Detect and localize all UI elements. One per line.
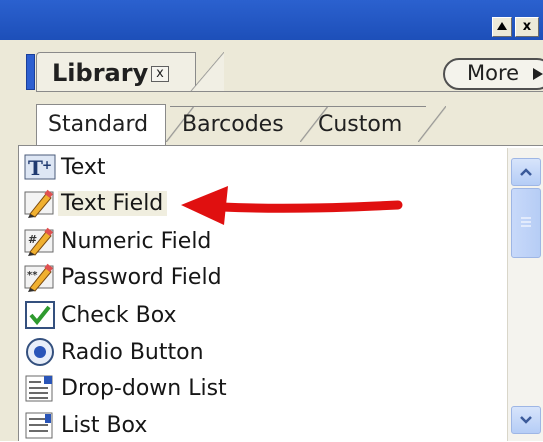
library-panel-window: x Library x More Standard Barcodes Custo…: [0, 0, 543, 441]
red-arrow-annotation: [181, 186, 403, 225]
